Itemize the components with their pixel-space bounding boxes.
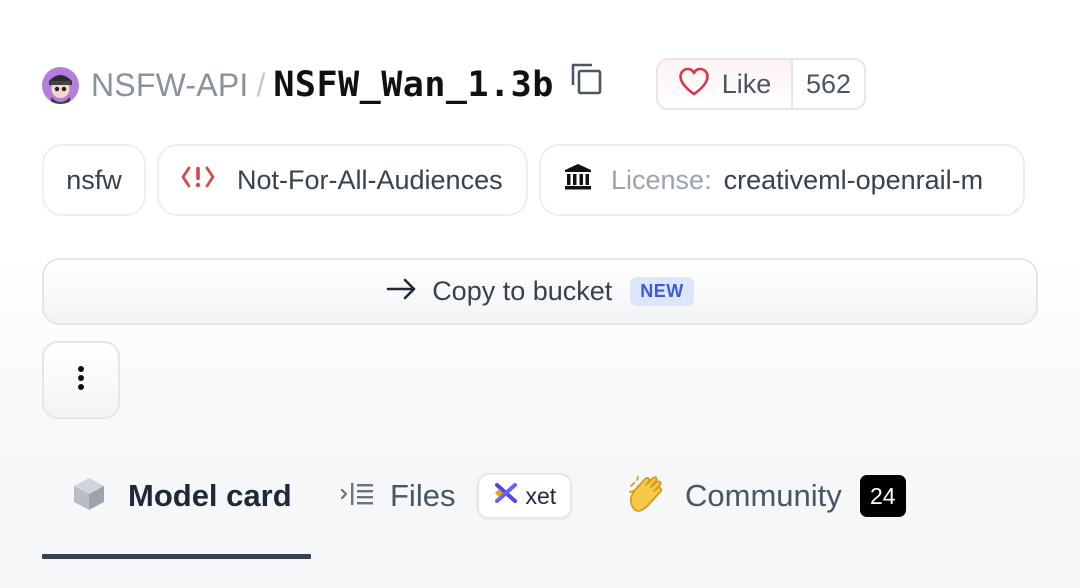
like-label: Like — [721, 68, 772, 99]
tag-not-for-all-audiences[interactable]: Not-For-All-Audiences — [157, 144, 528, 216]
resize-corner-icon — [1005, 196, 1017, 214]
files-list-icon — [340, 481, 376, 512]
repo-header: NSFW-API / NSFW_Wan_1.3b — [42, 60, 604, 110]
clapping-hands-icon — [627, 474, 669, 519]
copy-to-bucket-button[interactable]: Copy to bucket NEW — [42, 258, 1038, 325]
like-button[interactable]: Like — [658, 60, 791, 108]
tab-files-label: Files — [390, 478, 456, 513]
like-group: Like 562 — [656, 58, 866, 110]
copy-icon[interactable] — [570, 61, 604, 97]
tag-nsfw-label: nsfw — [66, 164, 122, 195]
heart-icon — [678, 67, 710, 102]
repo-name-link[interactable]: NSFW_Wan_1.3b — [273, 65, 553, 105]
new-badge: NEW — [630, 277, 694, 306]
more-options-button[interactable] — [42, 341, 120, 419]
tab-model-card-label: Model card — [128, 478, 292, 513]
more-vertical-icon — [77, 365, 85, 396]
avatar-icon[interactable] — [42, 66, 79, 104]
xet-label: xet — [525, 482, 557, 509]
arrow-right-icon — [386, 277, 418, 306]
tag-audience-label: Not-For-All-Audiences — [237, 164, 503, 195]
warning-icon — [181, 164, 215, 197]
license-value: creativeml-openrail-m — [723, 164, 984, 195]
active-tab-indicator — [42, 554, 311, 559]
tab-model-card[interactable]: Model card — [72, 468, 292, 524]
bank-icon — [563, 162, 593, 199]
tab-files[interactable]: Files xet — [340, 468, 573, 524]
path-separator: / — [256, 66, 266, 103]
tab-community[interactable]: Community 24 — [627, 468, 906, 524]
copy-to-bucket-label: Copy to bucket — [432, 276, 613, 306]
like-count[interactable]: 562 — [791, 60, 864, 108]
tag-nsfw[interactable]: nsfw — [42, 144, 146, 216]
license-key: License: — [611, 164, 712, 195]
xet-logo-icon — [493, 481, 519, 511]
tab-community-label: Community — [685, 478, 842, 513]
repo-owner-link[interactable]: NSFW-API — [91, 67, 248, 104]
xet-badge[interactable]: xet — [477, 473, 573, 519]
community-count-badge: 24 — [859, 475, 906, 517]
cube-icon — [72, 476, 106, 517]
tag-license[interactable]: License: creativeml-openrail-m — [539, 144, 1025, 216]
